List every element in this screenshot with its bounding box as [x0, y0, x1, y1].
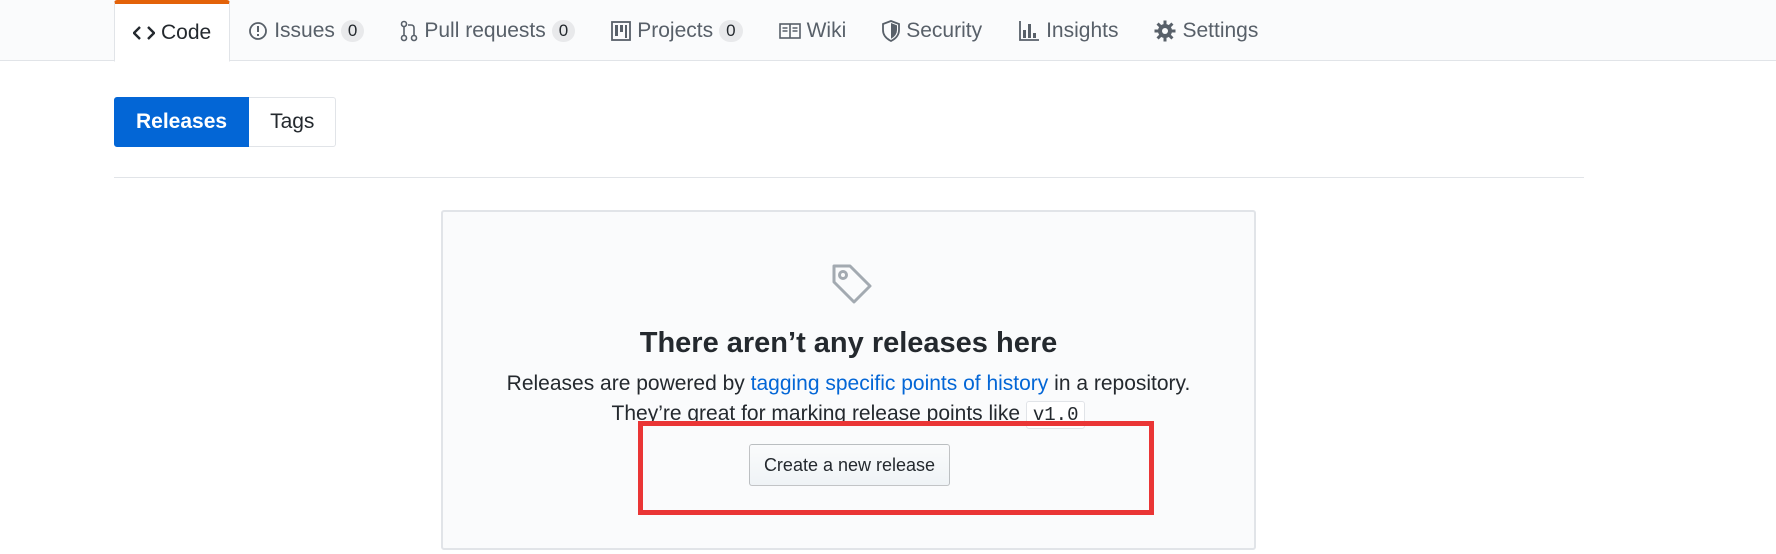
create-new-release-button[interactable]: Create a new release	[749, 444, 950, 486]
issues-counter: 0	[340, 19, 365, 42]
issue-opened-icon	[248, 21, 268, 41]
blankslate-description: Releases are powered by tagging specific…	[443, 372, 1254, 396]
releases-subnav: Releases Tags	[114, 97, 337, 147]
tab-code-label: Code	[161, 20, 212, 44]
tab-pull-requests[interactable]: Pull requests 0	[382, 0, 593, 61]
tab-security[interactable]: Security	[864, 0, 1000, 61]
graph-icon	[1018, 20, 1040, 42]
tab-insights-label: Insights	[1046, 18, 1119, 42]
shield-icon	[882, 19, 901, 42]
releases-tab[interactable]: Releases	[114, 97, 250, 147]
tab-pull-requests-label: Pull requests	[424, 18, 546, 42]
tab-insights[interactable]: Insights	[1000, 0, 1136, 61]
description-text-start: Releases are powered by	[506, 372, 751, 395]
tab-projects-label: Projects	[637, 18, 714, 42]
repo-nav: Code Issues 0 Pull requests 0 Projects 0	[114, 0, 1276, 62]
tab-wiki[interactable]: Wiki	[761, 0, 865, 61]
tab-projects[interactable]: Projects 0	[593, 0, 760, 61]
projects-counter: 0	[719, 19, 743, 42]
tags-tab[interactable]: Tags	[249, 97, 337, 147]
tab-security-label: Security	[906, 18, 983, 42]
tab-issues[interactable]: Issues 0	[230, 0, 382, 61]
code-icon	[133, 25, 155, 41]
hint-text: They’re great for marking release points…	[611, 402, 1026, 425]
divider	[114, 177, 1584, 178]
pull-requests-counter: 0	[551, 19, 576, 42]
description-text-end: in a repository.	[1048, 372, 1191, 395]
gear-icon	[1154, 20, 1176, 42]
tab-settings-label: Settings	[1182, 18, 1259, 42]
tagging-docs-link[interactable]: tagging specific points of history	[751, 372, 1049, 395]
tab-issues-label: Issues	[274, 18, 335, 42]
version-example-code: v1.0	[1025, 401, 1086, 429]
empty-releases-blankslate: There aren’t any releases here Releases …	[441, 210, 1256, 550]
tag-icon	[830, 262, 874, 311]
repo-nav-bar: Code Issues 0 Pull requests 0 Projects 0	[0, 0, 1776, 62]
blankslate-title: There aren’t any releases here	[639, 327, 1058, 359]
blankslate-hint: They’re great for marking release points…	[443, 401, 1254, 429]
project-icon	[611, 20, 632, 41]
tab-settings[interactable]: Settings	[1136, 0, 1276, 61]
tab-code[interactable]: Code	[114, 0, 231, 62]
tab-wiki-label: Wiki	[806, 18, 847, 42]
git-pull-request-icon	[400, 20, 418, 42]
book-icon	[778, 22, 801, 40]
